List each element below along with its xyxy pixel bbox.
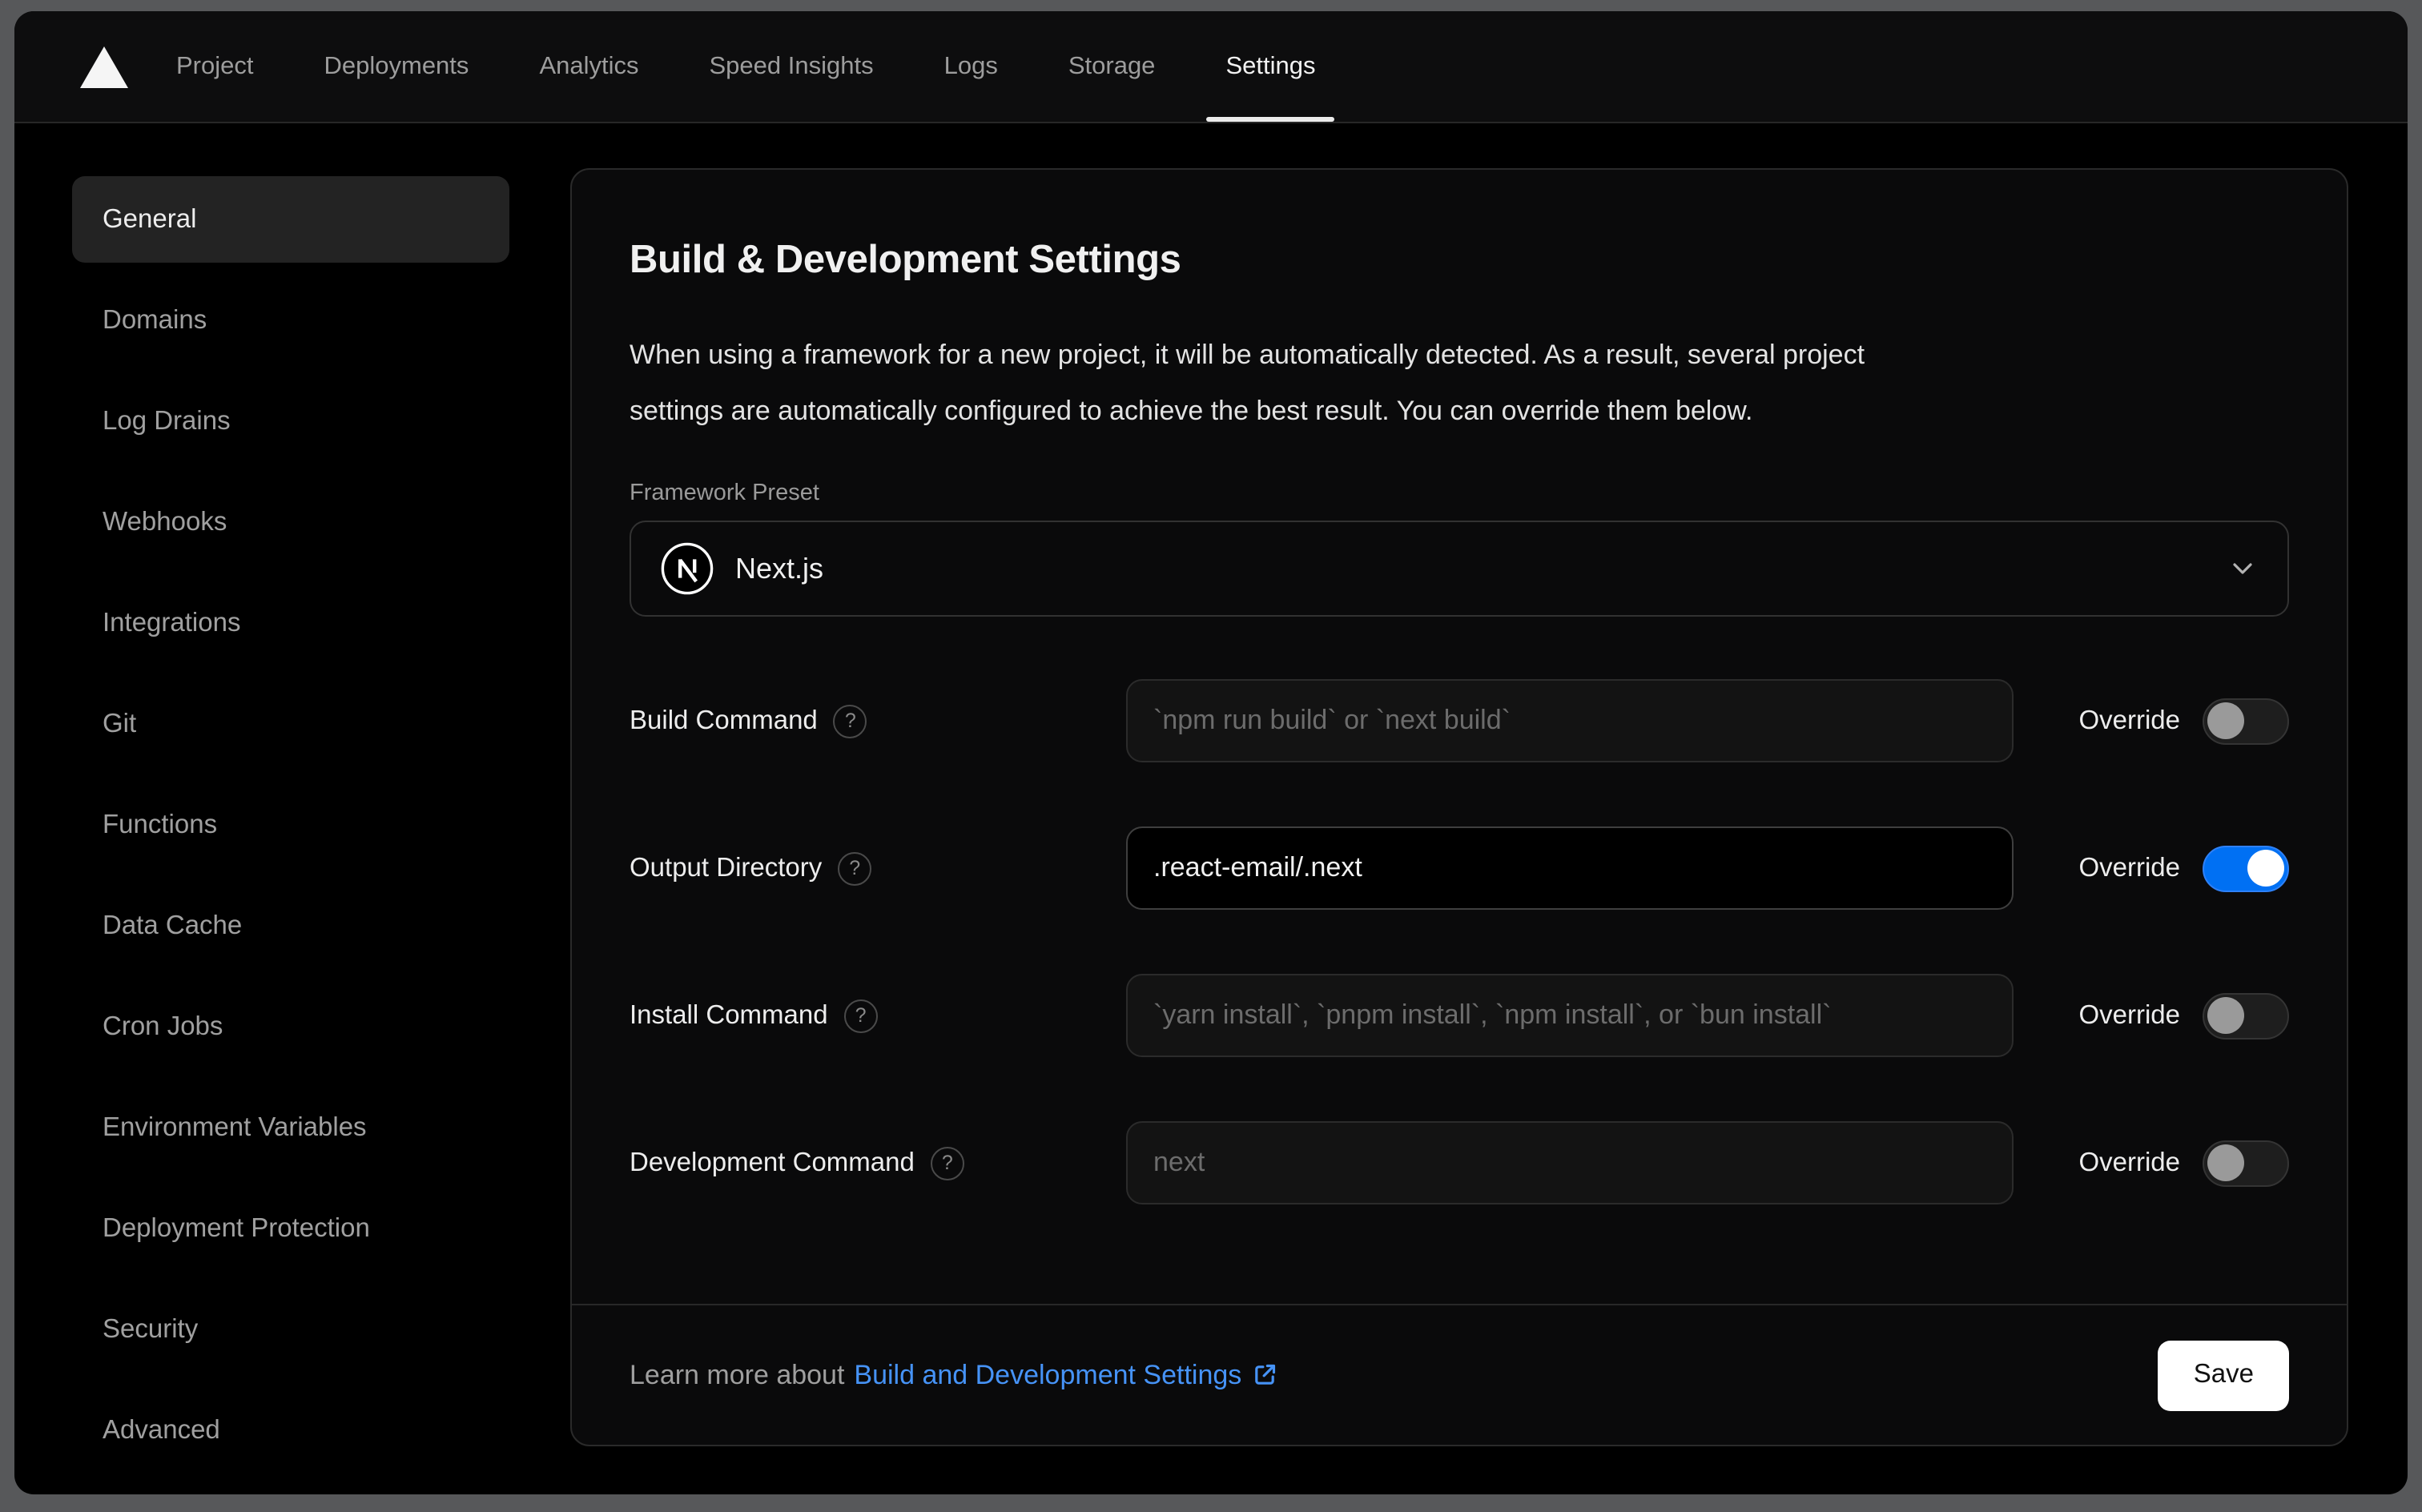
sidebar-item-general[interactable]: General (72, 176, 509, 263)
install-command-override-label: Override (2078, 1000, 2180, 1029)
output-directory-label-group: Output Directory? (630, 851, 1126, 885)
settings-sidebar: General Domains Log Drains Webhooks Integrat… (72, 176, 509, 1488)
build-dev-settings-card: Build & Development Settings When using … (570, 168, 2348, 1446)
tab-logs[interactable]: Logs (944, 11, 998, 122)
output-directory-override-group: Override (2078, 845, 2289, 891)
external-link-icon (1251, 1361, 1278, 1389)
question-mark-icon[interactable]: ? (930, 1146, 964, 1180)
learn-more-text: Learn more about Build and Development S… (630, 1359, 1278, 1391)
setting-row-build-command: Build Command? Override (630, 679, 2289, 762)
settings-rows: Build Command?OverrideOutput Directory?O… (630, 679, 2289, 1204)
nav-tabs: Project Deployments Analytics Speed Insight… (176, 11, 1335, 122)
framework-preset-value: Next.js (735, 552, 824, 584)
sidebar-item-environment-variables[interactable]: Environment Variables (72, 1084, 509, 1171)
toggle-knob (2207, 702, 2244, 739)
page-title: Build & Development Settings (630, 239, 1181, 282)
output-directory-override-label: Override (2078, 853, 2180, 882)
output-directory-override-toggle[interactable] (2203, 845, 2289, 891)
tab-deployments[interactable]: Deployments (324, 11, 469, 122)
tab-speed-insights[interactable]: Speed Insights (710, 11, 874, 122)
setting-row-install-command: Install Command? Override (630, 974, 2289, 1057)
setting-row-output-directory: Output Directory? Override (630, 826, 2289, 910)
triangle-icon (80, 46, 128, 87)
sidebar-item-deployment-protection[interactable]: Deployment Protection (72, 1185, 509, 1272)
build-command-override-toggle[interactable] (2203, 698, 2289, 744)
build-command-input[interactable] (1126, 679, 2014, 762)
install-command-override-group: Override (2078, 992, 2289, 1039)
sidebar-item-webhooks[interactable]: Webhooks (72, 479, 509, 565)
app-window: Project Deployments Analytics Speed Insight… (14, 11, 2408, 1494)
link-label: Build and Development Settings (854, 1359, 1242, 1389)
framework-preset-select[interactable]: Next.js (630, 521, 2289, 617)
sidebar-item-functions[interactable]: Functions (72, 782, 509, 868)
development-command-override-label: Override (2078, 1148, 2180, 1176)
chevron-down-icon (2227, 553, 2259, 585)
sidebar-item-integrations[interactable]: Integrations (72, 580, 509, 666)
setting-row-development-command: Development Command? Override (630, 1121, 2289, 1204)
build-command-override-group: Override (2078, 698, 2289, 744)
output-directory-label: Output Directory (630, 853, 823, 882)
tab-storage[interactable]: Storage (1068, 11, 1156, 122)
install-command-input[interactable] (1126, 974, 2014, 1057)
development-command-label-group: Development Command? (630, 1146, 1126, 1180)
sidebar-item-security[interactable]: Security (72, 1286, 509, 1373)
toggle-knob (2207, 1144, 2244, 1181)
build-command-override-label: Override (2078, 706, 2180, 734)
install-command-override-toggle[interactable] (2203, 992, 2289, 1039)
development-command-input[interactable] (1126, 1121, 2014, 1204)
development-command-override-group: Override (2078, 1140, 2289, 1186)
development-command-override-toggle[interactable] (2203, 1140, 2289, 1186)
sidebar-item-git[interactable]: Git (72, 681, 509, 767)
output-directory-input[interactable] (1126, 826, 2014, 910)
toggle-knob (2247, 850, 2284, 887)
learn-more-prefix: Learn more about (630, 1359, 845, 1389)
save-button[interactable]: Save (2158, 1340, 2289, 1410)
install-command-label: Install Command (630, 1000, 828, 1029)
nextjs-logo-icon (660, 541, 714, 596)
sidebar-item-data-cache[interactable]: Data Cache (72, 883, 509, 969)
vercel-triangle-logo[interactable] (80, 11, 128, 122)
card-body: Build & Development Settings When using … (572, 170, 2347, 1304)
build-command-label: Build Command (630, 706, 818, 734)
build-command-label-group: Build Command? (630, 704, 1126, 738)
install-command-label-group: Install Command? (630, 999, 1126, 1032)
screen: Project Deployments Analytics Speed Insight… (0, 0, 2422, 1512)
framework-preset-label: Framework Preset (630, 481, 819, 506)
tab-settings[interactable]: Settings (1206, 11, 1335, 122)
sidebar-item-cron-jobs[interactable]: Cron Jobs (72, 983, 509, 1070)
sidebar-item-log-drains[interactable]: Log Drains (72, 378, 509, 464)
top-nav: Project Deployments Analytics Speed Insight… (14, 11, 2408, 123)
question-mark-icon[interactable]: ? (833, 704, 867, 738)
sidebar-item-domains[interactable]: Domains (72, 277, 509, 364)
question-mark-icon[interactable]: ? (843, 999, 878, 1032)
sidebar-item-advanced[interactable]: Advanced (72, 1387, 509, 1474)
card-description: When using a framework for a new project… (630, 340, 1865, 426)
card-footer: Learn more about Build and Development S… (572, 1304, 2347, 1445)
development-command-label: Development Command (630, 1148, 915, 1176)
question-mark-icon[interactable]: ? (838, 851, 872, 885)
build-dev-settings-link[interactable]: Build and Development Settings (854, 1359, 1278, 1391)
toggle-knob (2207, 997, 2244, 1034)
tab-project[interactable]: Project (176, 11, 254, 122)
tab-analytics[interactable]: Analytics (539, 11, 638, 122)
